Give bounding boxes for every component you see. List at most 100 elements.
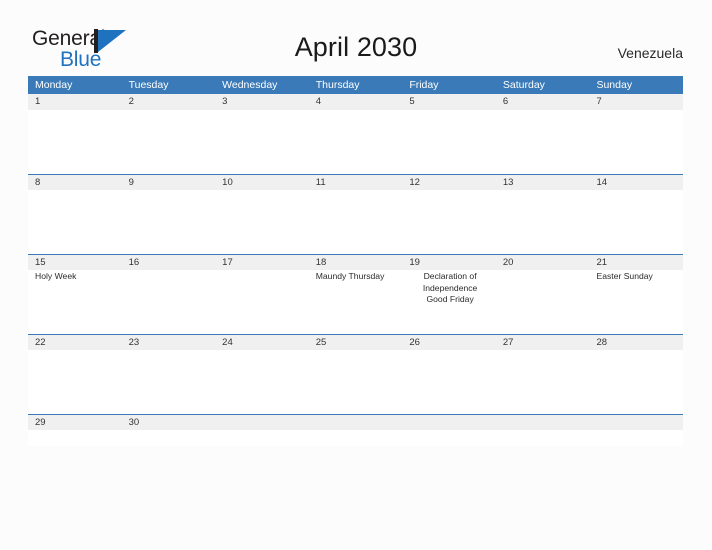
day-number-29[interactable]: 29: [28, 415, 122, 430]
day-number-20[interactable]: 20: [496, 255, 590, 270]
day-number-28[interactable]: 28: [589, 335, 683, 350]
day-number-17[interactable]: 17: [215, 255, 309, 270]
day-number-16[interactable]: 16: [122, 255, 216, 270]
week-event-band: [28, 430, 683, 446]
day-cell-3[interactable]: [215, 110, 309, 174]
page-header: General Blue April 2030 Venezuela: [0, 0, 712, 74]
day-number-13[interactable]: 13: [496, 175, 590, 190]
day-cell-21[interactable]: Easter Sunday: [589, 270, 683, 334]
day-cell-10[interactable]: [215, 190, 309, 254]
weekday-header-tuesday: Tuesday: [128, 79, 169, 91]
calendar-week-row: 8 9 10 11 12 13 14: [28, 174, 683, 254]
day-cell-7[interactable]: [589, 110, 683, 174]
day-cell-1[interactable]: [28, 110, 122, 174]
country-label: Venezuela: [617, 45, 683, 61]
day-number-12[interactable]: 12: [402, 175, 496, 190]
week-event-band: [28, 190, 683, 254]
calendar-page: General Blue April 2030 Venezuela Monday…: [0, 0, 712, 550]
day-cell-empty: [496, 430, 590, 446]
page-title: April 2030: [294, 32, 418, 62]
day-cell-11[interactable]: [309, 190, 403, 254]
day-cell-22[interactable]: [28, 350, 122, 414]
day-cell-19[interactable]: Declaration of Independence Good Friday: [402, 270, 496, 334]
day-number-30[interactable]: 30: [122, 415, 216, 430]
day-number-4[interactable]: 4: [309, 94, 403, 110]
week-date-band: 22 23 24 25 26 27 28: [28, 334, 683, 350]
day-number-14[interactable]: 14: [589, 175, 683, 190]
day-cell-23[interactable]: [122, 350, 216, 414]
day-number-11[interactable]: 11: [309, 175, 403, 190]
day-cell-27[interactable]: [496, 350, 590, 414]
week-date-band: 8 9 10 11 12 13 14: [28, 174, 683, 190]
day-cell-18[interactable]: Maundy Thursday: [309, 270, 403, 334]
day-cell-29[interactable]: [28, 430, 122, 446]
day-cell-28[interactable]: [589, 350, 683, 414]
day-cell-13[interactable]: [496, 190, 590, 254]
day-cell-5[interactable]: [402, 110, 496, 174]
day-number-7[interactable]: 7: [589, 94, 683, 110]
day-cell-17[interactable]: [215, 270, 309, 334]
day-number-6[interactable]: 6: [496, 94, 590, 110]
day-number-empty: [215, 415, 309, 430]
month-calendar: Monday Tuesday Wednesday Thursday Friday Satu…: [28, 76, 683, 446]
weekday-header-row: Monday Tuesday Wednesday Thursday Friday Satu…: [28, 76, 683, 94]
calendar-week-row: 22 23 24 25 26 27 28: [28, 334, 683, 414]
week-event-band: Holy Week Maundy Thursday Declaration of I…: [28, 270, 683, 334]
day-number-1[interactable]: 1: [28, 94, 122, 110]
day-number-8[interactable]: 8: [28, 175, 122, 190]
day-cell-12[interactable]: [402, 190, 496, 254]
day-number-27[interactable]: 27: [496, 335, 590, 350]
day-cell-16[interactable]: [122, 270, 216, 334]
weekday-header-monday: Monday: [35, 79, 73, 91]
day-cell-24[interactable]: [215, 350, 309, 414]
day-number-18[interactable]: 18: [309, 255, 403, 270]
day-number-21[interactable]: 21: [589, 255, 683, 270]
day-number-25[interactable]: 25: [309, 335, 403, 350]
weekday-header-thursday: Thursday: [315, 79, 360, 91]
day-cell-empty: [309, 430, 403, 446]
day-cell-15[interactable]: Holy Week: [28, 270, 122, 334]
day-number-empty: [402, 415, 496, 430]
day-cell-8[interactable]: [28, 190, 122, 254]
week-date-band: 15 16 17 18 19 20 21: [28, 254, 683, 270]
calendar-weeks: 1 2 3 4 5 6 7 8 9 10 11 12 13 14 15 16 17 18 19 20 21 Holy We…: [28, 94, 683, 446]
day-cell-2[interactable]: [122, 110, 216, 174]
week-event-band: [28, 110, 683, 174]
day-cell-empty: [402, 430, 496, 446]
day-cell-empty: [589, 430, 683, 446]
day-number-23[interactable]: 23: [122, 335, 216, 350]
day-cell-empty: [215, 430, 309, 446]
event-label: Easter Sunday: [596, 271, 653, 281]
event-label: Maundy Thursday: [315, 271, 385, 281]
day-cell-30[interactable]: [122, 430, 216, 446]
day-number-15[interactable]: 15: [28, 255, 122, 270]
day-cell-26[interactable]: [402, 350, 496, 414]
day-number-24[interactable]: 24: [215, 335, 309, 350]
day-cell-6[interactable]: [496, 110, 590, 174]
day-number-10[interactable]: 10: [215, 175, 309, 190]
event-label: Holy Week: [35, 271, 77, 281]
day-number-26[interactable]: 26: [402, 335, 496, 350]
calendar-week-row: 15 16 17 18 19 20 21 Holy Week Maundy Thursday De…: [28, 254, 683, 334]
week-date-band: 1234567: [28, 94, 683, 110]
day-number-5[interactable]: 5: [402, 94, 496, 110]
weekday-header-sunday: Sunday: [596, 79, 633, 91]
calendar-week-row: 1234567: [28, 94, 683, 174]
day-number-19[interactable]: 19: [402, 255, 496, 270]
day-cell-14[interactable]: [589, 190, 683, 254]
day-number-22[interactable]: 22: [28, 335, 122, 350]
weekday-header-wednesday: Wednesday: [222, 79, 278, 91]
week-event-band: [28, 350, 683, 414]
day-cell-9[interactable]: [122, 190, 216, 254]
event-label: Declaration of Independence: [422, 271, 478, 293]
day-number-empty: [309, 415, 403, 430]
day-number-2[interactable]: 2: [122, 94, 216, 110]
day-cell-4[interactable]: [309, 110, 403, 174]
day-number-3[interactable]: 3: [215, 94, 309, 110]
day-number-9[interactable]: 9: [122, 175, 216, 190]
day-cell-20[interactable]: [496, 270, 590, 334]
day-cell-25[interactable]: [309, 350, 403, 414]
event-label: Good Friday: [426, 294, 474, 304]
day-number-empty: [589, 415, 683, 430]
day-number-empty: [496, 415, 590, 430]
